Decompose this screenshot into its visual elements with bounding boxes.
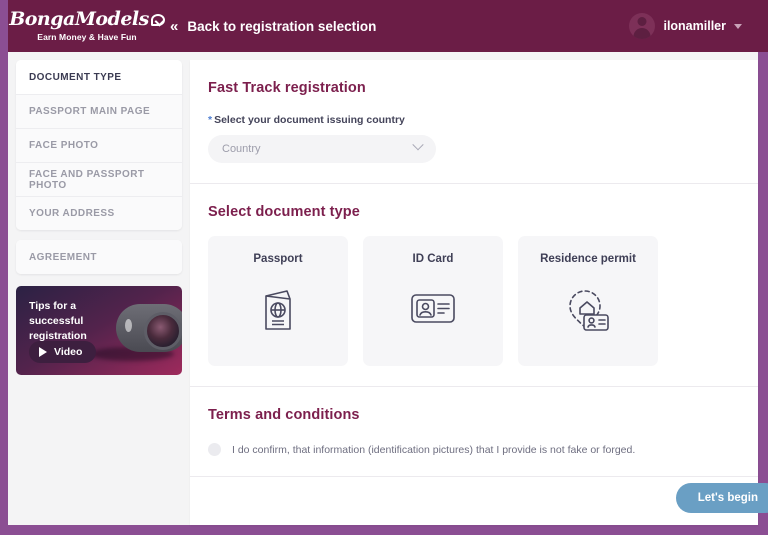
agreement-nav-card: AGREEMENT [16,240,182,274]
logo-wordmark: BongaModels [9,10,165,29]
logo-tagline: Earn Money & Have Fun [37,32,136,42]
sidebar-item-label: AGREEMENT [29,252,97,263]
page-title: Fast Track registration [208,80,740,96]
sidebar-item-your-address[interactable]: YOUR ADDRESS [16,196,182,230]
tips-video-card[interactable]: Tips for a successful registration Video [16,286,182,375]
confirm-checkbox[interactable] [208,443,221,456]
play-icon [39,347,47,357]
document-type-title: Select document type [208,204,740,220]
logo-name: BongaModels [9,10,149,29]
confirm-label: I do confirm, that information (identifi… [232,444,635,456]
video-button-label: Video [54,346,82,358]
sidebar-item-document-type[interactable]: DOCUMENT TYPE [16,60,182,94]
sidebar-item-label: YOUR ADDRESS [29,208,115,219]
step-nav-card: DOCUMENT TYPE PASSPORT MAIN PAGE FACE PH… [16,60,182,230]
required-marker: * [208,114,212,126]
top-header: BongaModels Earn Money & Have Fun « Back… [8,0,768,52]
main-panel: Fast Track registration *Select your doc… [190,60,758,525]
passport-icon [257,287,299,338]
sidebar-item-label: FACE PHOTO [29,140,98,151]
sidebar-item-label: PASSPORT MAIN PAGE [29,106,150,117]
country-field-label: *Select your document issuing country [208,114,740,126]
doc-option-id-card[interactable]: ID Card [363,236,503,366]
sidebar-item-label: DOCUMENT TYPE [29,72,122,83]
username-label: ilonamiller [663,19,726,33]
sidebar-item-agreement[interactable]: AGREEMENT [16,240,182,274]
terms-confirm-row: I do confirm, that information (identifi… [208,443,740,456]
back-link-label: Back to registration selection [187,19,376,34]
lets-begin-button[interactable]: Let's begin [676,483,768,513]
app-frame: BongaModels Earn Money & Have Fun « Back… [0,0,768,535]
user-menu[interactable]: ilonamiller [629,13,742,39]
country-select[interactable]: Country [208,135,436,163]
avatar [629,13,655,39]
chevron-down-icon [412,139,423,150]
speech-bubble-icon [151,14,165,26]
country-field-label-text: Select your document issuing country [214,114,405,126]
terms-title: Terms and conditions [208,407,740,423]
doc-option-label: Residence permit [540,253,636,265]
brand-logo[interactable]: BongaModels Earn Money & Have Fun [8,10,156,42]
terms-section: Terms and conditions I do confirm, that … [190,387,758,477]
country-select-placeholder: Country [222,143,261,155]
doc-option-residence-permit[interactable]: Residence permit [518,236,658,366]
sidebar-item-passport-main-page[interactable]: PASSPORT MAIN PAGE [16,94,182,128]
sidebar-item-face-and-passport-photo[interactable]: FACE AND PASSPORT PHOTO [16,162,182,196]
tips-title: Tips for a successful registration [29,299,133,345]
sidebar: DOCUMENT TYPE PASSPORT MAIN PAGE FACE PH… [8,52,190,525]
doc-option-passport[interactable]: Passport [208,236,348,366]
back-to-registration-link[interactable]: « Back to registration selection [170,19,376,34]
footer-bar: Let's begin [190,477,758,525]
doc-option-label: ID Card [413,253,454,265]
page-body: DOCUMENT TYPE PASSPORT MAIN PAGE FACE PH… [8,52,758,525]
id-card-icon [408,287,458,334]
chevron-down-icon [734,24,742,29]
document-type-section: Select document type Passport [190,184,758,387]
doc-option-label: Passport [253,253,302,265]
play-video-button[interactable]: Video [29,341,96,363]
chevron-double-left-icon: « [170,19,178,34]
residence-permit-icon [564,287,612,338]
sidebar-item-face-photo[interactable]: FACE PHOTO [16,128,182,162]
sidebar-item-label: FACE AND PASSPORT PHOTO [29,169,169,191]
document-type-grid: Passport [208,236,740,366]
registration-section: Fast Track registration *Select your doc… [190,60,758,184]
